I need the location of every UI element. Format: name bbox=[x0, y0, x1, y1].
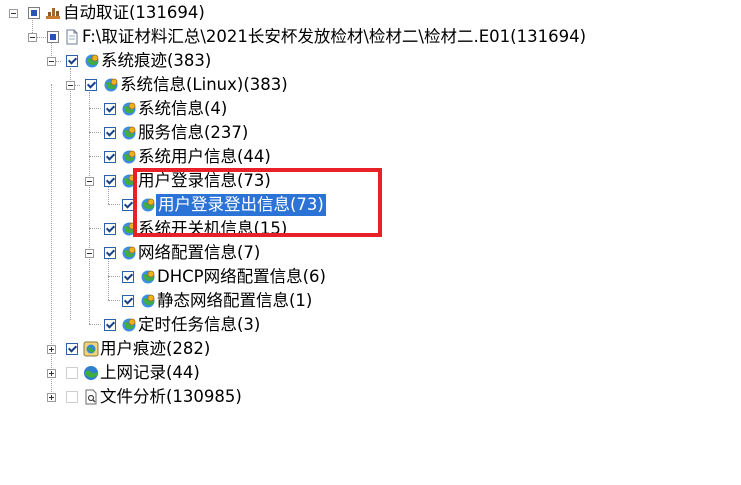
node-label: 系统用户信息(44) bbox=[138, 147, 271, 166]
collapse-toggle[interactable] bbox=[66, 81, 75, 90]
evidence-tree: 自动取证(131694) F:\取证材料汇总\2021长安杯发放检材\检材二\检… bbox=[0, 0, 741, 485]
node-checkbox[interactable] bbox=[104, 175, 116, 187]
globe-gear-icon bbox=[122, 222, 136, 236]
node-label: 文件分析(130985) bbox=[100, 387, 242, 406]
globe-gear-icon bbox=[141, 294, 155, 308]
collapse-toggle[interactable] bbox=[28, 33, 37, 42]
tree-node-system-info-linux[interactable]: 系统信息(Linux)(383) bbox=[0, 74, 320, 96]
node-label: 上网记录(44) bbox=[100, 363, 200, 382]
node-label: 定时任务信息(3) bbox=[138, 315, 261, 334]
tree-node-service-info[interactable]: 服务信息(237) bbox=[0, 122, 280, 144]
expand-toggle[interactable] bbox=[47, 393, 56, 402]
tree-node-case-file[interactable]: F:\取证材料汇总\2021长安杯发放检材\检材二\检材二.E01(131694… bbox=[0, 26, 640, 48]
globe-gear-icon bbox=[122, 150, 136, 164]
collapse-toggle[interactable] bbox=[85, 177, 94, 186]
node-label: F:\取证材料汇总\2021长安杯发放检材\检材二\检材二.E01(131694… bbox=[82, 27, 587, 46]
node-checkbox[interactable] bbox=[104, 151, 116, 163]
node-label: 系统信息(Linux)(383) bbox=[120, 75, 288, 94]
node-label: DHCP网络配置信息(6) bbox=[157, 267, 326, 286]
tree-node-user-login-logout-info[interactable]: 用户登录登出信息(73) bbox=[0, 194, 360, 216]
tree-node-static-network-config-info[interactable]: 静态网络配置信息(1) bbox=[0, 290, 360, 312]
node-label: 网络配置信息(7) bbox=[138, 243, 261, 262]
tree-node-system-info[interactable]: 系统信息(4) bbox=[0, 98, 260, 120]
node-label: 用户登录信息(73) bbox=[138, 171, 271, 190]
globe-gear-icon bbox=[85, 54, 99, 68]
node-checkbox[interactable] bbox=[66, 343, 78, 355]
globe-gear-icon bbox=[122, 318, 136, 332]
node-label: 服务信息(237) bbox=[138, 123, 249, 142]
stack-icon bbox=[46, 8, 60, 19]
node-checkbox[interactable] bbox=[122, 199, 134, 211]
tree-node-system-power-info[interactable]: 系统开关机信息(15) bbox=[0, 218, 320, 240]
tree-node-system-user-info[interactable]: 系统用户信息(44) bbox=[0, 146, 300, 168]
tree-node-system-traces[interactable]: 系统痕迹(383) bbox=[0, 50, 240, 72]
globe-gear-icon bbox=[122, 246, 136, 260]
node-checkbox[interactable] bbox=[66, 391, 78, 403]
tree-node-file-analysis[interactable]: 文件分析(130985) bbox=[0, 386, 280, 408]
tree-node-network-config-info[interactable]: 网络配置信息(7) bbox=[0, 242, 300, 264]
collapse-toggle[interactable] bbox=[9, 9, 18, 18]
document-icon bbox=[66, 29, 78, 45]
globe-gear-icon bbox=[122, 174, 136, 188]
tree-node-user-traces[interactable]: 用户痕迹(282) bbox=[0, 338, 260, 360]
node-checkbox[interactable] bbox=[47, 31, 59, 43]
node-label-selected: 用户登录登出信息(73) bbox=[156, 194, 326, 216]
node-checkbox[interactable] bbox=[66, 367, 78, 379]
tree-node-scheduled-task-info[interactable]: 定时任务信息(3) bbox=[0, 314, 300, 336]
node-label: 系统痕迹(383) bbox=[101, 51, 212, 70]
globe-gear-icon bbox=[104, 78, 118, 92]
node-checkbox[interactable] bbox=[28, 7, 40, 19]
tree-node-auto-forensics[interactable]: 自动取证(131694) bbox=[0, 2, 260, 24]
tree-node-internet-records[interactable]: 上网记录(44) bbox=[0, 362, 260, 384]
node-label: 系统开关机信息(15) bbox=[138, 219, 288, 238]
node-checkbox[interactable] bbox=[85, 79, 97, 91]
node-checkbox[interactable] bbox=[104, 103, 116, 115]
globe-gear-icon bbox=[122, 102, 136, 116]
expand-toggle[interactable] bbox=[47, 345, 56, 354]
node-label: 静态网络配置信息(1) bbox=[157, 291, 313, 310]
globe-gear-icon bbox=[141, 198, 155, 212]
node-checkbox[interactable] bbox=[122, 295, 134, 307]
node-checkbox[interactable] bbox=[122, 271, 134, 283]
collapse-toggle[interactable] bbox=[47, 57, 56, 66]
node-label: 系统信息(4) bbox=[138, 99, 228, 118]
node-checkbox[interactable] bbox=[66, 55, 78, 67]
expand-toggle[interactable] bbox=[47, 369, 56, 378]
node-checkbox[interactable] bbox=[104, 247, 116, 259]
globe-gear-icon bbox=[122, 126, 136, 140]
globe-gear-icon bbox=[141, 270, 155, 284]
node-label: 自动取证(131694) bbox=[63, 3, 205, 22]
file-search-icon bbox=[85, 389, 97, 405]
tree-node-user-login-info[interactable]: 用户登录信息(73) bbox=[0, 170, 300, 192]
node-checkbox[interactable] bbox=[104, 223, 116, 235]
collapse-toggle[interactable] bbox=[85, 249, 94, 258]
tree-node-dhcp-network-config-info[interactable]: DHCP网络配置信息(6) bbox=[0, 266, 360, 288]
node-checkbox[interactable] bbox=[104, 319, 116, 331]
node-checkbox[interactable] bbox=[104, 127, 116, 139]
node-label: 用户痕迹(282) bbox=[100, 339, 211, 358]
globe-icon bbox=[84, 366, 98, 380]
monitor-globe-icon bbox=[83, 341, 99, 357]
